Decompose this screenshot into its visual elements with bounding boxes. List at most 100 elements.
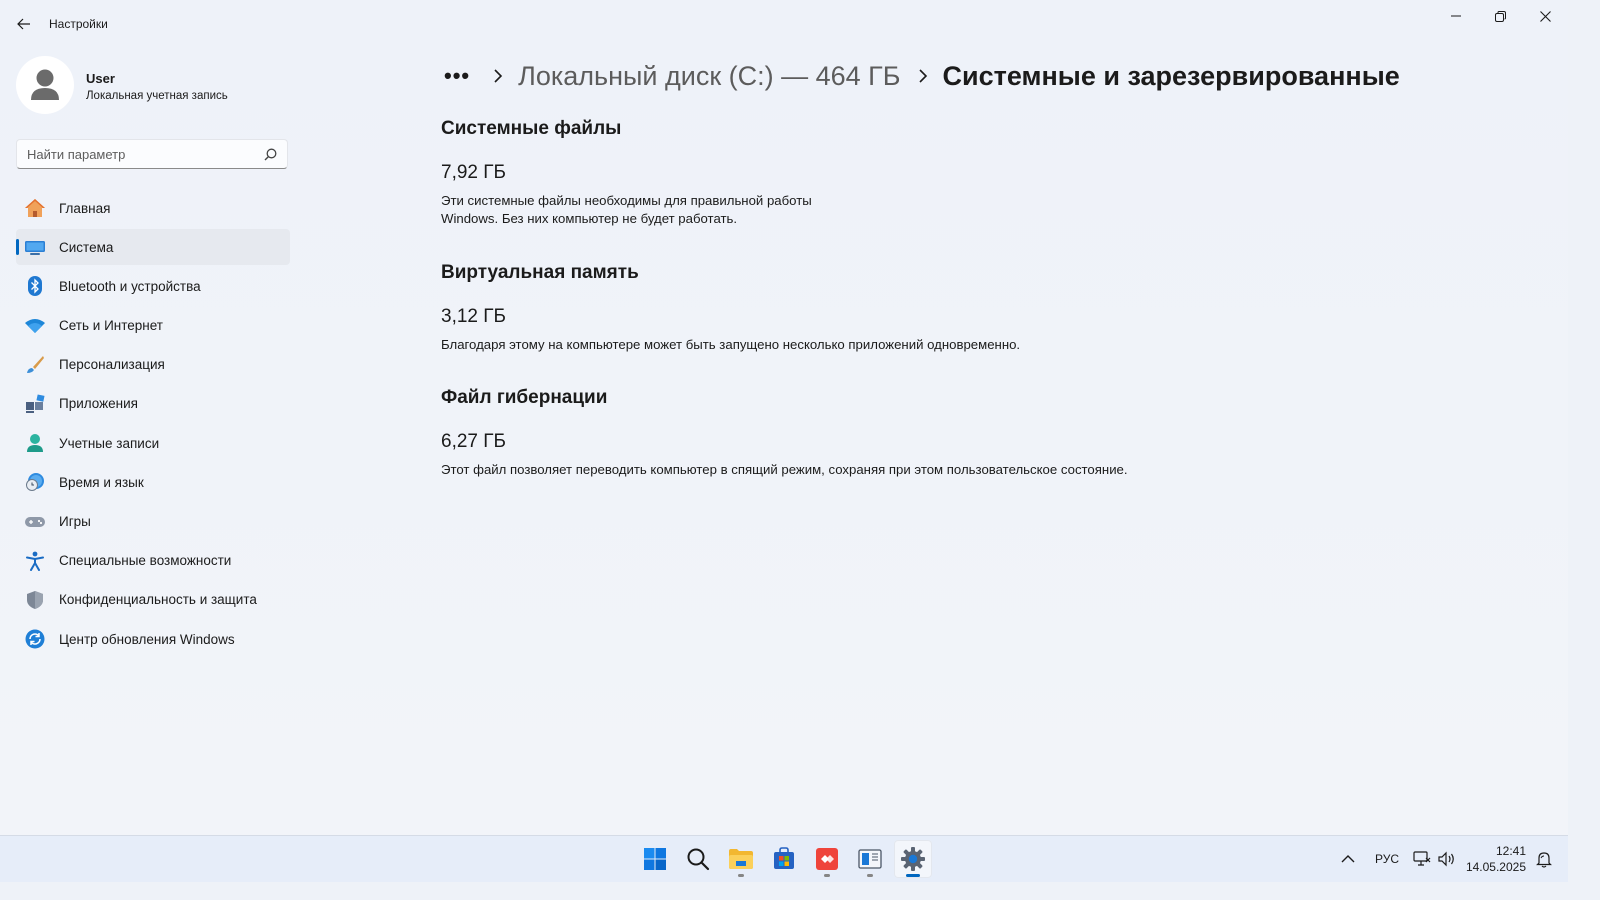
page-title: Системные и зарезервированные	[942, 60, 1400, 91]
section-description: Благодаря этому на компьютере может быть…	[441, 336, 1020, 354]
search-input[interactable]	[27, 140, 257, 168]
selection-indicator	[16, 239, 19, 256]
sidebar-item-label: Учетные записи	[59, 435, 160, 451]
section-description: Этот файл позволяет переводить компьютер…	[441, 461, 1128, 479]
account-icon	[24, 433, 46, 453]
sidebar-item-label: Главная	[59, 200, 111, 216]
sidebar-item-time-language[interactable]: Время и язык	[16, 464, 290, 500]
settings-icon	[901, 847, 925, 871]
taskbar-clock[interactable]: 12:41 14.05.2025	[1462, 843, 1526, 875]
brush-icon	[24, 355, 46, 375]
breadcrumb-more-button[interactable]: •••	[444, 63, 470, 89]
sidebar-item-label: Конфиденциальность и защита	[59, 592, 257, 608]
app-title: Настройки	[49, 17, 108, 31]
account-type: Локальная учетная запись	[86, 90, 228, 102]
close-button[interactable]	[1523, 0, 1567, 32]
back-button[interactable]	[12, 12, 36, 36]
description-line: Благодаря этому на компьютере может быть…	[441, 337, 1021, 352]
description-line: Windows. Без них компьютер не будет рабо…	[441, 211, 738, 226]
taskbar-app-store[interactable]	[765, 840, 803, 878]
sidebar-item-privacy[interactable]: Конфиденциальность и защита	[16, 582, 290, 618]
user-avatar-icon	[31, 69, 59, 100]
network-status-button[interactable]	[1412, 849, 1432, 869]
windows-start-icon	[644, 848, 666, 870]
sidebar-item-network[interactable]: Сеть и Интернет	[16, 308, 290, 344]
search-box[interactable]	[16, 139, 288, 169]
section-title: Виртуальная память	[441, 262, 639, 283]
sidebar-item-apps[interactable]: Приложения	[16, 386, 290, 422]
sidebar-item-label: Персонализация	[59, 357, 165, 373]
sidebar-item-label: Игры	[59, 514, 91, 529]
notification-bell-icon	[1536, 852, 1552, 868]
breadcrumb-item-local-disk[interactable]: Локальный диск (C:) — 464 ГБ	[518, 61, 900, 92]
taskbar-app-file-explorer[interactable]	[722, 840, 760, 878]
chevron-right-icon	[918, 69, 927, 83]
chevron-up-icon	[1341, 855, 1355, 863]
restore-button[interactable]	[1478, 0, 1522, 32]
wifi-icon	[24, 316, 46, 336]
speaker-icon	[1438, 851, 1454, 867]
store-icon	[774, 847, 794, 869]
running-indicator	[906, 874, 920, 877]
home-icon	[24, 198, 46, 218]
sidebar-item-label: Приложения	[59, 396, 138, 412]
file-explorer-icon	[729, 849, 753, 869]
system-icon	[24, 237, 46, 257]
sidebar-item-bluetooth[interactable]: Bluetooth и устройства	[16, 268, 290, 304]
taskbar-search-button[interactable]	[679, 840, 717, 878]
search-icon[interactable]	[264, 148, 277, 161]
sidebar-item-accessibility[interactable]: Специальные возможности	[16, 543, 290, 579]
clock-time: 12:41	[1495, 844, 1526, 858]
sidebar-item-label: Центр обновления Windows	[59, 631, 235, 647]
sidebar-item-personalization[interactable]: Персонализация	[16, 347, 290, 383]
user-name: User	[86, 71, 115, 86]
sidebar-item-windows-update[interactable]: Центр обновления Windows	[16, 621, 290, 657]
show-hidden-icons-button[interactable]	[1338, 849, 1358, 869]
avatar	[16, 56, 74, 114]
section-title: Файл гибернации	[441, 387, 608, 408]
input-language-indicator[interactable]: РУС	[1375, 852, 1399, 866]
chevron-right-icon	[494, 69, 503, 83]
minimize-button[interactable]	[1434, 0, 1478, 32]
sidebar-item-accounts[interactable]: Учетные записи	[16, 425, 290, 461]
bluetooth-icon	[24, 276, 46, 297]
sidebar-item-label: Время и язык	[59, 474, 144, 490]
account-card[interactable]: User Локальная учетная запись	[16, 56, 296, 116]
update-icon	[24, 629, 46, 649]
notifications-button[interactable]	[1534, 849, 1554, 869]
search-icon	[687, 848, 710, 871]
sidebar-item-label: Специальные возможности	[59, 553, 232, 569]
taskbar-app-anydesk[interactable]	[808, 840, 846, 878]
apps-icon	[24, 394, 46, 414]
sidebar-item-label: Сеть и Интернет	[59, 318, 163, 334]
sidebar-item-label: Bluetooth и устройства	[59, 278, 201, 294]
volume-button[interactable]	[1437, 849, 1457, 869]
running-indicator	[738, 874, 744, 877]
section-hibernation-file: Файл гибернации 6,27 ГБ Этот файл позвол…	[441, 387, 1128, 479]
section-size: 6,27 ГБ	[441, 431, 507, 452]
app-window-icon	[858, 849, 882, 869]
sidebar-item-gaming[interactable]: Игры	[16, 504, 290, 540]
sidebar-item-label: Система	[59, 239, 114, 255]
description-line: Эти системные файлы необходимы для прави…	[441, 193, 812, 208]
clock-date: 14.05.2025	[1465, 860, 1526, 874]
section-system-files: Системные файлы 7,92 ГБ Эти системные фа…	[441, 118, 812, 228]
gamepad-icon	[24, 512, 46, 532]
sidebar-item-system[interactable]: Система	[16, 229, 290, 266]
section-virtual-memory: Виртуальная память 3,12 ГБ Благодаря это…	[441, 262, 1020, 354]
title-bar: Настройки	[0, 0, 1568, 46]
taskbar-app-settings[interactable]	[894, 840, 932, 878]
taskbar: РУС 12:41 14.05.2025	[0, 835, 1568, 882]
settings-window: Настройки User Локальная учетная запись	[0, 0, 1568, 835]
section-title: Системные файлы	[441, 118, 622, 139]
anydesk-icon	[816, 848, 838, 870]
running-indicator	[867, 874, 873, 877]
section-description: Эти системные файлы необходимы для прави…	[441, 192, 812, 228]
back-arrow-icon	[17, 18, 30, 30]
running-indicator	[824, 874, 830, 877]
sidebar-item-home[interactable]: Главная	[16, 190, 290, 226]
accessibility-icon	[24, 551, 46, 571]
start-button[interactable]	[636, 840, 674, 878]
taskbar-app-window[interactable]	[851, 840, 889, 878]
shield-icon	[24, 590, 46, 610]
